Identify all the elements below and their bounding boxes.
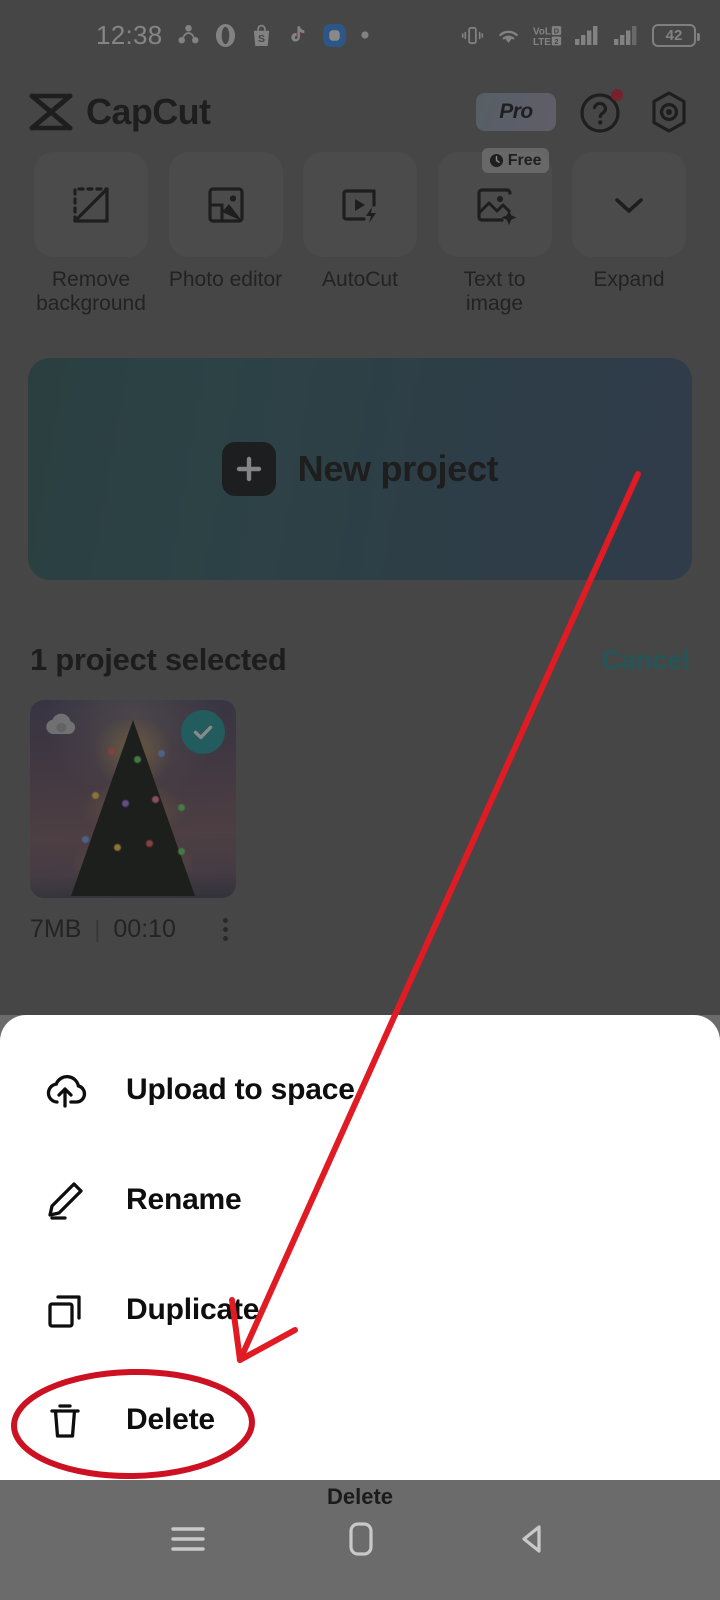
brand-name: CapCut (86, 91, 211, 132)
menu-item-label: Delete (126, 1403, 215, 1436)
tool-photo-editor[interactable]: Photo editor (168, 152, 283, 315)
cloud-icon (46, 713, 76, 734)
capcut-logo-icon (29, 93, 73, 131)
christmas-tree (71, 720, 195, 896)
more-vertical-icon[interactable] (217, 914, 234, 945)
tool-tile: Free (437, 148, 552, 257)
menu-item-duplicate[interactable]: Duplicate (0, 1255, 720, 1365)
selection-count: 1 project selected (30, 642, 287, 677)
menu-item-rename[interactable]: Rename (0, 1145, 720, 1255)
battery-icon: 42 (652, 23, 700, 47)
meta-separator: | (94, 916, 101, 942)
context-menu-sheet: Upload to space Rename Duplicate Delete (0, 1015, 720, 1480)
tool-label: Photo editor (168, 268, 283, 291)
status-bar-left: 12:38 S (96, 20, 370, 51)
nav-caption: Delete (326, 1484, 394, 1509)
tool-tile (34, 152, 148, 257)
tool-autocut[interactable]: AutoCut (303, 152, 417, 315)
menu-item-delete[interactable]: Delete (0, 1365, 720, 1475)
vibrate-icon (461, 26, 484, 44)
clock-icon (489, 153, 503, 168)
tool-tile (168, 152, 283, 257)
project-meta: 7MB | 00:10 (30, 914, 236, 945)
new-project-label: New project (297, 448, 499, 489)
menu-item-label: Rename (126, 1183, 242, 1216)
selection-header: 1 project selected Cancel (0, 632, 720, 688)
tool-tile (572, 152, 686, 257)
home-icon[interactable] (343, 1518, 379, 1560)
menu-item-label: Upload to space (126, 1073, 355, 1106)
status-bar: 12:38 S VoL LTE D 2 42 (0, 0, 720, 70)
app-header: CapCut Pro (0, 76, 720, 148)
status-bar-right: VoL LTE D 2 42 (461, 23, 700, 47)
new-project-button[interactable]: New project (28, 358, 692, 580)
pro-badge[interactable]: Pro (476, 93, 556, 131)
settings-button[interactable] (646, 89, 692, 135)
text-to-image-icon (476, 187, 516, 225)
svg-text:LTE: LTE (533, 36, 551, 46)
tool-label: Text to image (463, 268, 526, 315)
header-actions: Pro (476, 89, 692, 135)
signal-sim1-icon (575, 26, 598, 45)
help-button[interactable] (578, 89, 624, 135)
tool-remove-background[interactable]: Remove background (34, 152, 148, 315)
android-nav-bar: Delete (0, 1480, 720, 1600)
battery-level: 42 (665, 26, 683, 44)
project-card[interactable]: 7MB | 00:10 (30, 700, 236, 945)
dot-icon (360, 31, 369, 39)
share-icon (178, 24, 199, 43)
photo-editor-icon (207, 186, 244, 223)
svg-text:D: D (554, 26, 560, 35)
messages-icon (322, 23, 346, 47)
menu-item-label: Duplicate (126, 1293, 260, 1326)
brand: CapCut (28, 91, 211, 133)
free-badge: Free (481, 148, 549, 173)
menu-item-upload-to-space[interactable]: Upload to space (0, 1035, 720, 1145)
signal-sim2-icon (614, 26, 637, 45)
svg-text:VoL: VoL (533, 26, 551, 37)
remove-background-icon (73, 186, 109, 223)
pencil-icon (38, 1174, 92, 1226)
tools-row: Remove background Photo editor AutoCut F… (0, 148, 720, 315)
chevron-down-icon (615, 197, 643, 213)
project-thumbnail[interactable] (30, 700, 236, 898)
check-icon[interactable] (181, 710, 225, 754)
status-time: 12:38 (96, 19, 163, 50)
pro-badge-label: Pro (499, 100, 533, 123)
trash-icon (38, 1394, 92, 1446)
nav-buttons (0, 1518, 720, 1560)
tool-tile (303, 152, 417, 257)
help-notification-dot (611, 89, 623, 101)
free-badge-label: Free (507, 151, 542, 169)
phone-screen: 12:38 S VoL LTE D 2 42 CapCut Pro Remove… (0, 0, 720, 1600)
tool-label: Expand (593, 268, 665, 291)
tool-text-to-image[interactable]: Free Text to image (437, 148, 552, 315)
project-size: 7MB (30, 915, 82, 943)
project-duration: 00:10 (113, 915, 176, 943)
opera-icon (215, 23, 235, 47)
menu-icon[interactable] (167, 1521, 209, 1557)
cloud-upload-icon (38, 1064, 92, 1116)
svg-text:S: S (258, 33, 265, 45)
tool-expand[interactable]: Expand (572, 152, 686, 315)
tiktok-icon (290, 25, 304, 42)
svg-text:2: 2 (554, 36, 558, 45)
copy-icon (38, 1284, 92, 1336)
shopee-icon: S (253, 24, 269, 46)
wifi-icon (499, 30, 518, 43)
tool-label: Remove background (36, 268, 146, 315)
volte-icon: VoL LTE D 2 (533, 25, 562, 47)
autocut-icon (342, 188, 376, 223)
tool-label: AutoCut (322, 268, 398, 291)
cancel-button[interactable]: Cancel (601, 645, 690, 676)
plus-icon (221, 442, 276, 496)
gear-icon (652, 91, 686, 133)
back-icon[interactable] (513, 1519, 553, 1559)
